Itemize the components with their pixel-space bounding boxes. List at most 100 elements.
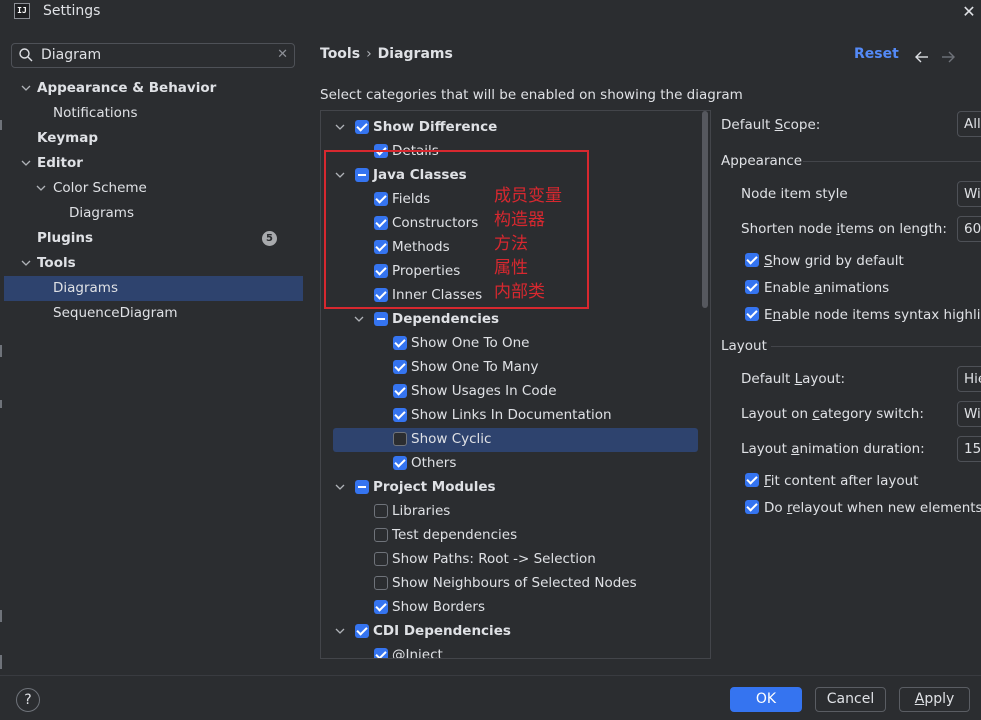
category-label: Show Paths: Root -> Selection bbox=[392, 551, 596, 567]
clear-search-icon[interactable]: ✕ bbox=[277, 47, 288, 62]
plugins-count-badge: 5 bbox=[262, 231, 277, 246]
chevron-down-icon[interactable] bbox=[353, 307, 365, 331]
chevron-down-icon[interactable] bbox=[20, 251, 32, 276]
category-checkbox[interactable] bbox=[355, 120, 369, 134]
category-label: Project Modules bbox=[373, 479, 496, 495]
category-label: Show Difference bbox=[373, 119, 498, 135]
chevron-down-icon[interactable] bbox=[20, 151, 32, 176]
sidebar-item-tools[interactable]: Tools bbox=[37, 251, 76, 276]
category-row[interactable]: Show One To One bbox=[320, 331, 710, 355]
category-row[interactable]: Others bbox=[320, 451, 710, 475]
category-row[interactable]: Show Difference bbox=[320, 115, 710, 139]
reset-link[interactable]: Reset bbox=[854, 46, 899, 62]
category-checkbox[interactable] bbox=[374, 312, 388, 326]
category-row[interactable]: Show Cyclic bbox=[320, 427, 710, 451]
close-icon[interactable]: ✕ bbox=[960, 2, 978, 22]
edge-marker bbox=[0, 345, 2, 357]
settings-search-input[interactable]: Diagram ✕ bbox=[11, 43, 295, 68]
relayout-label: Do relayout when new elements w bbox=[764, 500, 981, 516]
category-checkbox[interactable] bbox=[393, 360, 407, 374]
title-bar: IJ Settings ✕ bbox=[0, 0, 981, 26]
category-row[interactable]: Project Modules bbox=[320, 475, 710, 499]
category-checkbox[interactable] bbox=[393, 408, 407, 422]
syntax-highlight-checkbox[interactable] bbox=[745, 307, 759, 321]
chevron-down-icon[interactable] bbox=[334, 115, 346, 139]
enable-animations-checkbox[interactable] bbox=[745, 280, 759, 294]
layout-category-switch-select[interactable]: With bbox=[957, 401, 981, 427]
ok-button[interactable]: OK bbox=[730, 687, 802, 712]
sidebar-item-appearance-behavior[interactable]: Appearance & Behavior bbox=[37, 76, 216, 101]
node-item-style-label: Node item style bbox=[741, 186, 848, 202]
category-checkbox[interactable] bbox=[393, 336, 407, 350]
chevron-down-icon[interactable] bbox=[35, 176, 47, 201]
node-item-style-select[interactable]: With bbox=[957, 181, 981, 207]
category-row[interactable]: @Inject bbox=[320, 643, 710, 658]
category-label: Show Borders bbox=[392, 599, 486, 615]
category-label: @Inject bbox=[392, 647, 443, 658]
sidebar-item-tools-diagrams[interactable]: Diagrams bbox=[53, 276, 118, 301]
breadcrumb-parent[interactable]: Tools bbox=[320, 46, 360, 62]
description-text: Select categories that will be enabled o… bbox=[320, 87, 743, 103]
category-checkbox[interactable] bbox=[393, 384, 407, 398]
category-checkbox[interactable] bbox=[355, 480, 369, 494]
category-checkbox[interactable] bbox=[374, 648, 388, 658]
category-row[interactable]: Show Neighbours of Selected Nodes bbox=[320, 571, 710, 595]
category-label: Dependencies bbox=[392, 311, 500, 327]
default-layout-label: Default Layout: bbox=[741, 371, 846, 387]
category-checkbox[interactable] bbox=[374, 600, 388, 614]
category-row[interactable]: Test dependencies bbox=[320, 523, 710, 547]
chevron-down-icon[interactable] bbox=[334, 619, 346, 643]
section-divider bbox=[771, 346, 981, 347]
back-arrow-icon[interactable] bbox=[914, 49, 930, 65]
category-checkbox[interactable] bbox=[393, 456, 407, 470]
annotation-fields: 成员变量 bbox=[494, 186, 562, 206]
default-scope-select[interactable]: All bbox=[957, 111, 981, 137]
category-checkbox[interactable] bbox=[374, 528, 388, 542]
category-row[interactable]: Dependencies bbox=[320, 307, 710, 331]
category-row[interactable]: Show Usages In Code bbox=[320, 379, 710, 403]
sidebar-item-plugins[interactable]: Plugins bbox=[37, 226, 93, 251]
forward-arrow-icon[interactable] bbox=[940, 49, 956, 65]
category-checkbox[interactable] bbox=[355, 624, 369, 638]
cancel-button[interactable]: Cancel bbox=[815, 687, 886, 712]
annotation-inner-classes: 内部类 bbox=[494, 282, 545, 302]
category-row[interactable]: Libraries bbox=[320, 499, 710, 523]
category-row[interactable]: Show Borders bbox=[320, 595, 710, 619]
footer-divider bbox=[0, 675, 981, 676]
category-label: Show Cyclic bbox=[411, 431, 492, 447]
window-title: Settings bbox=[43, 3, 101, 19]
category-checkbox[interactable] bbox=[393, 432, 407, 446]
category-row[interactable]: Show Paths: Root -> Selection bbox=[320, 547, 710, 571]
intellij-logo-icon: IJ bbox=[14, 3, 30, 19]
category-label: Libraries bbox=[392, 503, 451, 519]
syntax-highlight-label: Enable node items syntax highlight bbox=[764, 307, 981, 323]
help-button[interactable]: ? bbox=[16, 688, 40, 712]
edge-marker bbox=[0, 610, 2, 622]
enable-animations-label: Enable animations bbox=[764, 280, 890, 296]
show-grid-checkbox[interactable] bbox=[745, 253, 759, 267]
default-layout-select[interactable]: Hie bbox=[957, 366, 981, 392]
category-row[interactable]: CDI Dependencies bbox=[320, 619, 710, 643]
relayout-checkbox[interactable] bbox=[745, 500, 759, 514]
layout-animation-duration-input[interactable]: 150 bbox=[957, 436, 981, 462]
sidebar-item-notifications[interactable]: Notifications bbox=[53, 101, 138, 126]
category-label: Show Neighbours of Selected Nodes bbox=[392, 575, 637, 591]
shorten-node-items-input[interactable]: 60 bbox=[957, 216, 981, 242]
sidebar-item-editor[interactable]: Editor bbox=[37, 151, 83, 176]
search-icon bbox=[19, 48, 33, 62]
sidebar-item-sequence-diagram[interactable]: SequenceDiagram bbox=[53, 301, 178, 326]
sidebar-item-color-scheme[interactable]: Color Scheme bbox=[53, 176, 147, 201]
chevron-down-icon[interactable] bbox=[20, 76, 32, 101]
category-row[interactable]: Show One To Many bbox=[320, 355, 710, 379]
apply-button[interactable]: Apply bbox=[899, 687, 970, 712]
fit-content-checkbox[interactable] bbox=[745, 473, 759, 487]
category-checkbox[interactable] bbox=[374, 504, 388, 518]
sidebar-item-keymap[interactable]: Keymap bbox=[37, 126, 98, 151]
chevron-down-icon[interactable] bbox=[334, 475, 346, 499]
category-row[interactable]: Show Links In Documentation bbox=[320, 403, 710, 427]
sidebar-item-color-scheme-diagrams[interactable]: Diagrams bbox=[69, 201, 134, 226]
search-value: Diagram bbox=[41, 47, 102, 63]
category-checkbox[interactable] bbox=[374, 552, 388, 566]
category-checkbox[interactable] bbox=[374, 576, 388, 590]
edge-marker bbox=[0, 400, 2, 408]
